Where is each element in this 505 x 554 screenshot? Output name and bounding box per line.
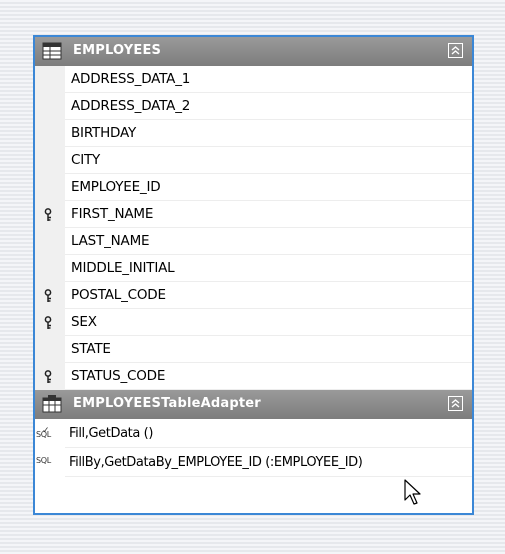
sql-icon: SQL (36, 456, 51, 465)
column-name: LAST_NAME (65, 228, 472, 255)
dataset-designer-table[interactable]: EMPLOYEES ADDRESS_DATA_1 ADDRESS_DATA_2 BI… (33, 35, 474, 515)
key-icon (44, 208, 52, 221)
row-gutter (35, 201, 65, 228)
row-gutter (35, 228, 65, 255)
query-row[interactable]: SQL FillBy,GetDataBy_EMPLOYEE_ID (:EMPLO… (35, 448, 472, 477)
sql-check-icon: ✓ SQL (36, 426, 51, 439)
column-name: SEX (65, 309, 472, 336)
column-row[interactable]: STATUS_CODE (35, 363, 472, 390)
query-label: Fill,GetData () (65, 419, 472, 448)
column-list: ADDRESS_DATA_1 ADDRESS_DATA_2 BIRTHDAY CITY… (35, 66, 472, 390)
query-label: FillBy,GetDataBy_EMPLOYEE_ID (:EMPLOYEE_… (65, 448, 472, 477)
row-gutter (35, 336, 65, 363)
column-row[interactable]: LAST_NAME (35, 228, 472, 255)
column-row[interactable]: POSTAL_CODE (35, 282, 472, 309)
collapse-chevron-icon[interactable] (448, 396, 463, 411)
column-row[interactable]: FIRST_NAME (35, 201, 472, 228)
datatable-title: EMPLOYEES (73, 43, 162, 58)
column-row[interactable]: STATE (35, 336, 472, 363)
column-row[interactable]: ADDRESS_DATA_1 (35, 66, 472, 93)
column-name: CITY (65, 147, 472, 174)
column-row[interactable]: EMPLOYEE_ID (35, 174, 472, 201)
row-gutter (35, 282, 65, 309)
query-row[interactable]: ✓ SQL Fill,GetData () (35, 419, 472, 448)
column-name: ADDRESS_DATA_1 (65, 66, 472, 93)
column-name: STATE (65, 336, 472, 363)
row-gutter (35, 174, 65, 201)
row-gutter (35, 66, 65, 93)
column-row[interactable]: ADDRESS_DATA_2 (35, 93, 472, 120)
collapse-chevron-icon[interactable] (448, 43, 463, 58)
tableadapter-icon (42, 395, 62, 413)
row-gutter (35, 255, 65, 282)
row-gutter (35, 147, 65, 174)
row-gutter (35, 363, 65, 390)
query-list: ✓ SQL Fill,GetData () SQL FillBy,GetDataB… (35, 419, 472, 477)
tableadapter-header[interactable]: EMPLOYEESTableAdapter (35, 390, 472, 419)
row-gutter (35, 309, 65, 336)
column-name: POSTAL_CODE (65, 282, 472, 309)
column-name: ADDRESS_DATA_2 (65, 93, 472, 120)
row-gutter (35, 93, 65, 120)
column-name: MIDDLE_INITIAL (65, 255, 472, 282)
datatable-icon (42, 42, 62, 60)
tableadapter-title: EMPLOYEESTableAdapter (73, 396, 261, 411)
key-icon (44, 316, 52, 329)
column-row[interactable]: MIDDLE_INITIAL (35, 255, 472, 282)
column-name: FIRST_NAME (65, 201, 472, 228)
column-row[interactable]: SEX (35, 309, 472, 336)
column-name: BIRTHDAY (65, 120, 472, 147)
row-gutter (35, 120, 65, 147)
column-name: STATUS_CODE (65, 363, 472, 390)
column-row[interactable]: CITY (35, 147, 472, 174)
key-icon (44, 289, 52, 302)
column-name: EMPLOYEE_ID (65, 174, 472, 201)
datatable-header[interactable]: EMPLOYEES (35, 37, 472, 66)
mouse-pointer-icon (404, 479, 421, 505)
column-row[interactable]: BIRTHDAY (35, 120, 472, 147)
key-icon (44, 370, 52, 383)
